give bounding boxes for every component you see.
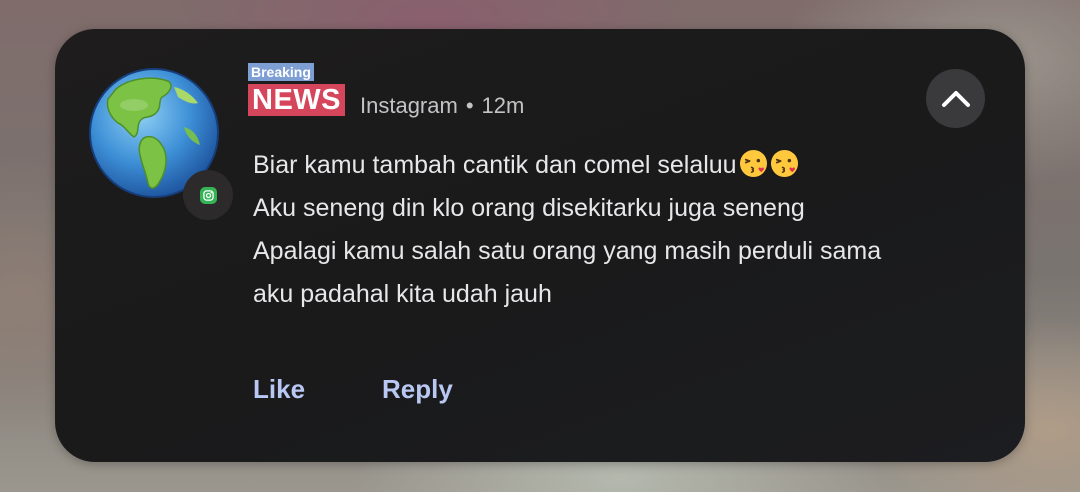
message-line: aku padahal kita udah jauh [253,280,552,308]
notification-meta: Instagram • 12m [360,91,524,121]
message-line: Biar kamu tambah cantik dan comel selalu… [253,144,993,187]
notification-message: Biar kamu tambah cantik dan comel selalu… [253,144,993,316]
chevron-up-icon [941,90,970,107]
brand-logo-main: NEWS [248,84,345,116]
collapse-button[interactable] [926,69,985,128]
timestamp: 12m [481,93,525,118]
message-line: Apalagi kamu salah satu orang yang masih… [253,237,882,265]
message-line-text: Biar kamu tambah cantik dan comel selalu… [253,151,737,179]
instagram-badge-icon [183,170,233,220]
message-line: Aku seneng din klo orang disekitarku jug… [253,194,805,222]
kissing-face-emoji [739,149,768,178]
meta-separator: • [465,93,474,118]
notification-card[interactable]: Breaking NEWS Instagram • 12m Biar kamu ta… [55,29,1025,462]
brand-logo-top: Breaking [248,63,314,81]
kissing-face-emoji [770,149,799,178]
app-name: Instagram [360,93,458,118]
like-button[interactable]: Like [253,372,305,406]
reply-button[interactable]: Reply [382,372,453,406]
